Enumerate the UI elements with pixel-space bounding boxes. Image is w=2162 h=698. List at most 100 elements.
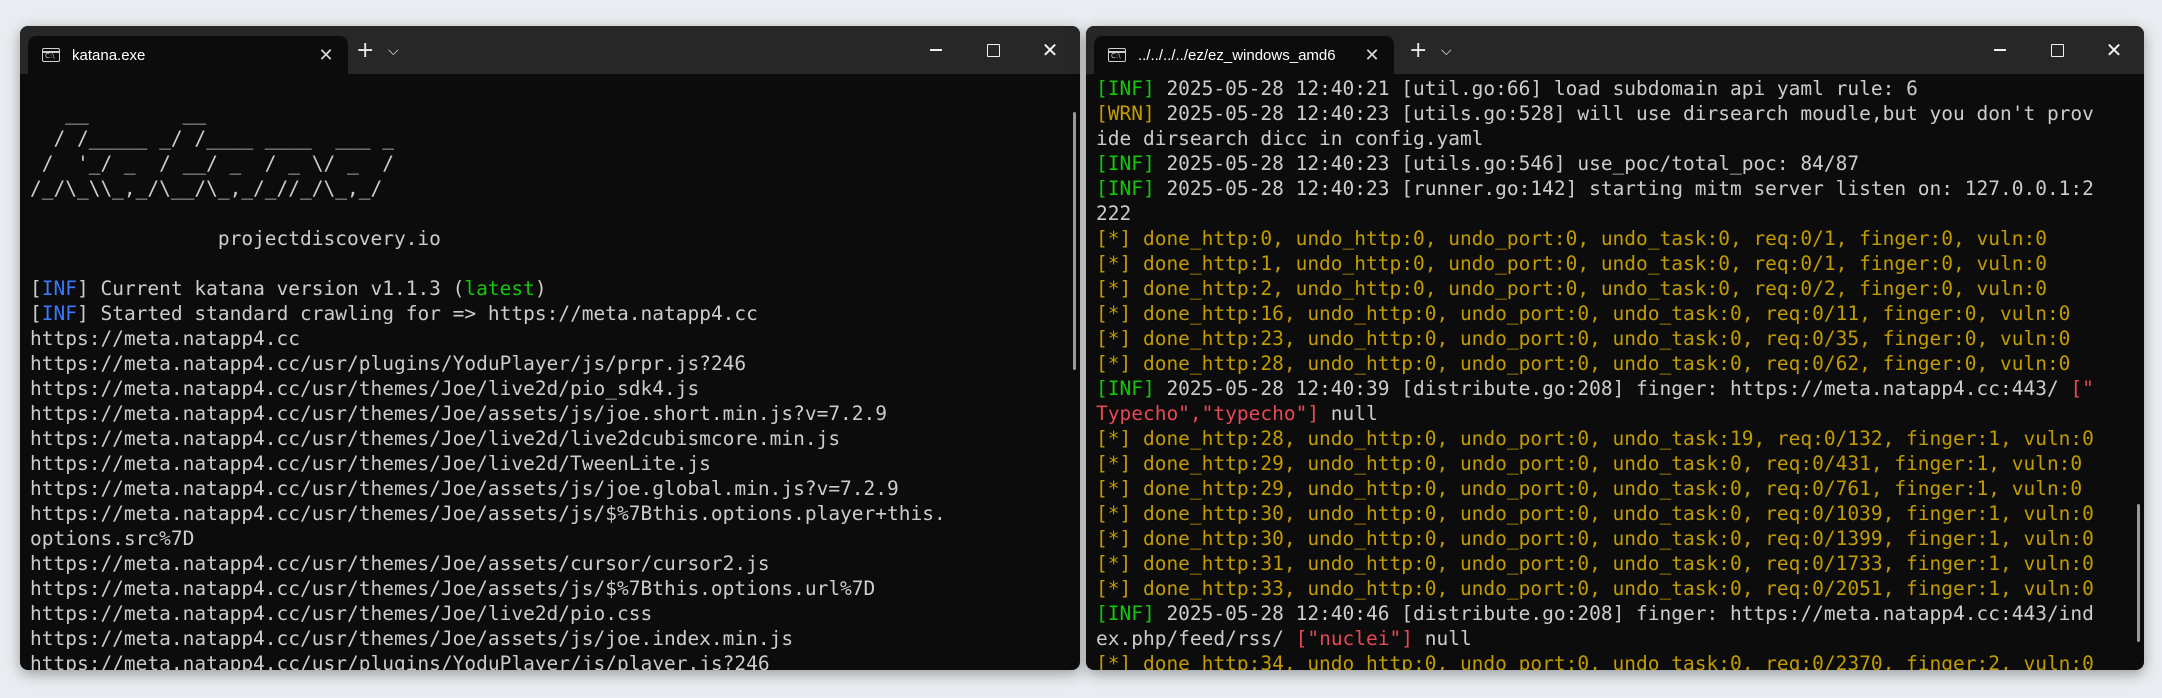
- terminal-text: [INF]: [1096, 77, 1155, 100]
- terminal-line: [INF] 2025-05-28 12:40:39 [distribute.go…: [1096, 376, 2130, 401]
- terminal-text: ["nuclei"]: [1295, 627, 1413, 650]
- terminal-text: null: [1319, 402, 1378, 425]
- terminal-text: INF: [41, 277, 77, 300]
- tab-katana[interactable]: C:\ katana.exe ✕: [28, 36, 348, 74]
- terminal-text: [INF]: [1096, 177, 1155, 200]
- tab-close-icon[interactable]: ✕: [312, 45, 340, 66]
- terminal-text: ): [534, 277, 547, 300]
- terminal-line: [*] done_http:31, undo_http:0, undo_port…: [1096, 551, 2130, 576]
- terminal-line: / /_____ _/ /____ ____ ___ _: [30, 126, 1066, 151]
- close-button[interactable]: ✕: [2086, 26, 2142, 74]
- terminal-text: [INF]: [1096, 377, 1155, 400]
- terminal-text: [*] done_http:31, undo_http:0, undo_port…: [1096, 552, 2094, 575]
- terminal-text: https://meta.natapp4.cc/usr/themes/Joe/a…: [30, 477, 899, 500]
- maximize-button[interactable]: [2029, 26, 2085, 74]
- terminal-text: null: [1413, 627, 1472, 650]
- terminal-text: 2025-05-28 12:40:23 [runner.go:142] star…: [1154, 177, 2094, 200]
- terminal-line: Typecho","typecho"] null: [1096, 401, 2130, 426]
- terminal-text: [INF]: [1096, 602, 1155, 625]
- terminal-line: ide dirsearch dicc in config.yaml: [1096, 126, 2130, 151]
- new-tab-plus-icon[interactable]: +: [356, 40, 374, 62]
- terminal-line: ex.php/feed/rss/ ["nuclei"] null: [1096, 626, 2130, 651]
- terminal-text: [WRN]: [1096, 102, 1155, 125]
- scrollbar[interactable]: [2137, 504, 2140, 642]
- terminal-line: [*] done_http:0, undo_http:0, undo_port:…: [1096, 226, 2130, 251]
- terminal-line: [WRN] 2025-05-28 12:40:23 [utils.go:528]…: [1096, 101, 2130, 126]
- terminal-text: https://meta.natapp4.cc/usr/themes/Joe/a…: [30, 552, 770, 575]
- scrollbar[interactable]: [1073, 112, 1076, 370]
- terminal-text: [*] done_http:2, undo_http:0, undo_port:…: [1096, 277, 2047, 300]
- terminal-text: [*] done_http:30, undo_http:0, undo_port…: [1096, 502, 2094, 525]
- terminal-line: [*] done_http:23, undo_http:0, undo_port…: [1096, 326, 2130, 351]
- minimize-button[interactable]: [908, 26, 964, 74]
- terminal-text: [*] done_http:29, undo_http:0, undo_port…: [1096, 477, 2083, 500]
- terminal-line: / '_/ _ / __/ _ / _ \/ _ /: [30, 151, 1066, 176]
- terminal-window-katana[interactable]: C:\ katana.exe ✕ + ⌵ ✕ __ __ / /_____ _/…: [20, 26, 1080, 670]
- terminal-line: [INF] 2025-05-28 12:40:21 [util.go:66] l…: [1096, 76, 2130, 101]
- minimize-button[interactable]: [1972, 26, 2028, 74]
- terminal-text: Typecho","typecho"]: [1096, 402, 1320, 425]
- terminal-text: [: [30, 302, 42, 325]
- terminal-line: https://meta.natapp4.cc/usr/plugins/Yodu…: [30, 651, 1066, 670]
- terminal-text: [*] done_http:0, undo_http:0, undo_port:…: [1096, 227, 2047, 250]
- terminal-line: __ __: [30, 101, 1066, 126]
- terminal-text: [*] done_http:30, undo_http:0, undo_port…: [1096, 527, 2094, 550]
- terminal-line: https://meta.natapp4.cc/usr/themes/Joe/l…: [30, 601, 1066, 626]
- tab-close-icon[interactable]: ✕: [1358, 45, 1386, 66]
- tab-title: katana.exe: [72, 46, 146, 64]
- terminal-line: https://meta.natapp4.cc: [30, 326, 1066, 351]
- terminal-line: https://meta.natapp4.cc/usr/themes/Joe/a…: [30, 576, 1066, 601]
- terminal-icon-text: C:\: [1111, 52, 1121, 60]
- terminal-line: [*] done_http:33, undo_http:0, undo_port…: [1096, 576, 2130, 601]
- close-icon: ✕: [2105, 38, 2123, 62]
- terminal-text: /_/\_\\_,_/\__/\_,_/_//_/\_,_/: [30, 177, 383, 200]
- close-button[interactable]: ✕: [1022, 26, 1078, 74]
- terminal-line: [*] done_http:28, undo_http:0, undo_port…: [1096, 351, 2130, 376]
- chevron-down-icon[interactable]: ⌵: [1441, 40, 1452, 62]
- terminal-line: [*] done_http:29, undo_http:0, undo_port…: [1096, 476, 2130, 501]
- terminal-text: 2025-05-28 12:40:21 [util.go:66] load su…: [1154, 77, 1918, 100]
- terminal-icon: C:\: [42, 48, 60, 62]
- terminal-line: [INF] Started standard crawling for => h…: [30, 301, 1066, 326]
- terminal-text: 2025-05-28 12:40:23 [utils.go:528] will …: [1154, 102, 2094, 125]
- terminal-line: [INF] 2025-05-28 12:40:46 [distribute.go…: [1096, 601, 2130, 626]
- maximize-icon: [2050, 43, 2064, 57]
- minimize-icon: [930, 49, 942, 51]
- terminal-text: https://meta.natapp4.cc/usr/themes/Joe/a…: [30, 577, 876, 600]
- terminal-text: ] Current katana version v1.1.3 (: [76, 277, 465, 300]
- terminal-text: [*] done_http:1, undo_http:0, undo_port:…: [1096, 252, 2047, 275]
- terminal-text: [: [30, 277, 42, 300]
- terminal-line: https://meta.natapp4.cc/usr/themes/Joe/a…: [30, 501, 1066, 526]
- terminal-line: https://meta.natapp4.cc/usr/themes/Joe/a…: [30, 626, 1066, 651]
- title-bar[interactable]: C:\ katana.exe ✕ + ⌵ ✕: [20, 26, 1080, 74]
- terminal-text: ex.php/feed/rss/: [1096, 627, 1296, 650]
- terminal-line: https://meta.natapp4.cc/usr/themes/Joe/l…: [30, 376, 1066, 401]
- title-bar[interactable]: C:\ ../../../../ez/ez_windows_amd6 ✕ + ⌵…: [1086, 26, 2144, 74]
- terminal-text: [*] done_http:28, undo_http:0, undo_port…: [1096, 427, 2094, 450]
- terminal-text: [INF]: [1096, 152, 1155, 175]
- terminal-output[interactable]: __ __ / /_____ _/ /____ ____ ___ _ / '_/…: [30, 74, 1066, 670]
- terminal-text: INF: [41, 302, 77, 325]
- chevron-down-icon[interactable]: ⌵: [388, 40, 399, 62]
- terminal-text: [*] done_http:33, undo_http:0, undo_port…: [1096, 577, 2094, 600]
- tab-ez[interactable]: C:\ ../../../../ez/ez_windows_amd6 ✕: [1094, 36, 1394, 74]
- terminal-text: options.src%7D: [30, 527, 195, 550]
- terminal-line: [INF] Current katana version v1.1.3 (lat…: [30, 276, 1066, 301]
- minimize-icon: [1994, 49, 2006, 51]
- terminal-line: [*] done_http:34, undo_http:0, undo_port…: [1096, 651, 2130, 670]
- terminal-line: https://meta.natapp4.cc/usr/themes/Joe/a…: [30, 551, 1066, 576]
- terminal-line: [INF] 2025-05-28 12:40:23 [utils.go:546]…: [1096, 151, 2130, 176]
- terminal-line: /_/\_\\_,_/\__/\_,_/_//_/\_,_/: [30, 176, 1066, 201]
- terminal-line: https://meta.natapp4.cc/usr/plugins/Yodu…: [30, 351, 1066, 376]
- terminal-line: [*] done_http:30, undo_http:0, undo_port…: [1096, 526, 2130, 551]
- terminal-line: https://meta.natapp4.cc/usr/themes/Joe/a…: [30, 401, 1066, 426]
- maximize-button[interactable]: [965, 26, 1021, 74]
- terminal-output[interactable]: [INF] 2025-05-28 12:40:21 [util.go:66] l…: [1096, 74, 2130, 670]
- terminal-window-ez[interactable]: C:\ ../../../../ez/ez_windows_amd6 ✕ + ⌵…: [1086, 26, 2144, 670]
- terminal-text: https://meta.natapp4.cc/usr/themes/Joe/l…: [30, 427, 841, 450]
- terminal-text: 2025-05-28 12:40:23 [utils.go:546] use_p…: [1154, 152, 1860, 175]
- new-tab-plus-icon[interactable]: +: [1409, 40, 1427, 62]
- terminal-text: https://meta.natapp4.cc/usr/themes/Joe/l…: [30, 377, 700, 400]
